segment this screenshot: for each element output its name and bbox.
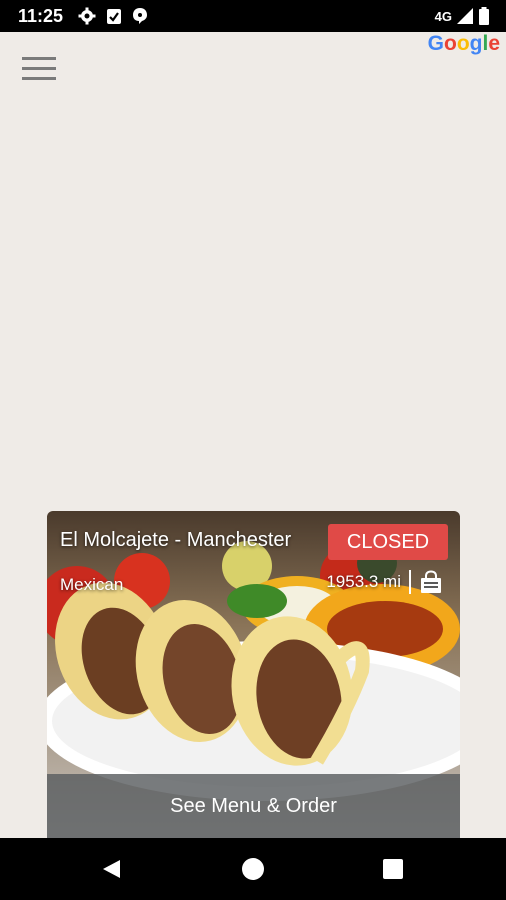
battery-icon xyxy=(479,7,489,25)
network-label: 4G xyxy=(434,8,452,24)
status-bar: 11:25 4G xyxy=(0,0,506,32)
restaurant-card[interactable]: El Molcajete - Manchester CLOSED Mexican… xyxy=(47,511,460,838)
notification-icons xyxy=(78,7,148,25)
google-logo: Google xyxy=(427,32,500,55)
navigation-bar xyxy=(0,838,506,900)
clipboard-icon xyxy=(107,9,121,24)
distance-label: 1953.3 mi xyxy=(326,572,401,591)
signal-icon xyxy=(457,8,473,24)
shopping-bag-icon xyxy=(421,570,441,593)
distance-row: 1953.3 mi xyxy=(326,570,443,594)
cuisine-label: Mexican xyxy=(60,575,124,594)
back-icon[interactable] xyxy=(100,858,122,880)
restaurant-name: El Molcajete - Manchester xyxy=(60,529,292,551)
system-status: 4G xyxy=(435,7,490,25)
status-badge: CLOSED xyxy=(328,524,448,560)
see-menu-order-button[interactable]: See Menu & Order xyxy=(47,774,460,838)
recents-icon[interactable] xyxy=(383,859,403,879)
status-time: 11:25 xyxy=(18,6,64,26)
settings-icon xyxy=(78,7,96,25)
message-icon xyxy=(133,8,147,24)
hamburger-menu-icon[interactable] xyxy=(22,57,56,83)
divider xyxy=(409,570,411,594)
home-icon[interactable] xyxy=(242,858,264,880)
